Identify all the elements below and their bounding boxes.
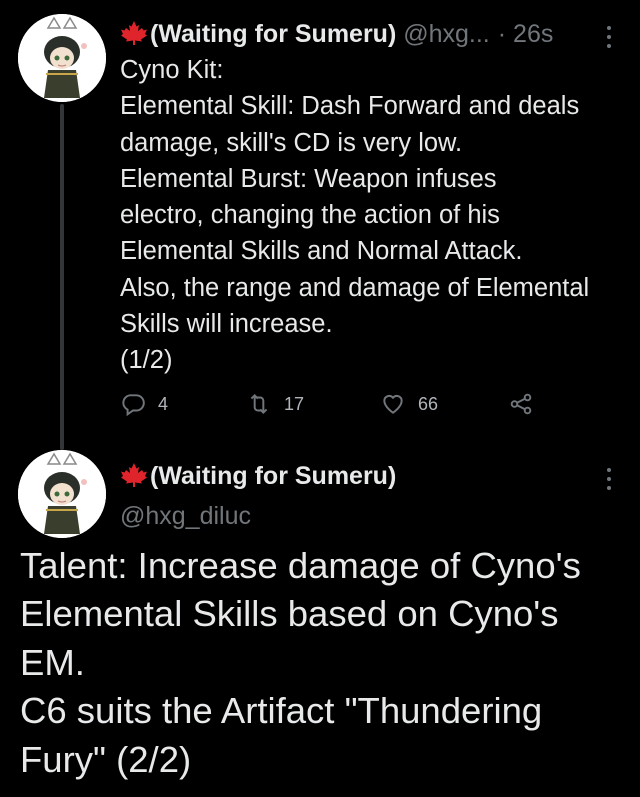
retweet-button[interactable]: 17	[246, 386, 304, 422]
tweet-line: Talent: Increase damage of Cyno's	[20, 545, 581, 586]
tweet-actions: 4 17 66	[120, 386, 570, 422]
maple-leaf-icon	[120, 20, 148, 46]
dot-separator: ·	[497, 20, 507, 48]
tweet-line: damage, skill's CD is very low.	[120, 128, 463, 157]
share-icon	[510, 393, 532, 415]
tweet-header: (Waiting for Sumeru)	[120, 456, 396, 496]
heart-icon	[383, 394, 403, 414]
chibi-avatar-image	[18, 450, 106, 538]
like-button[interactable]: 66	[380, 386, 438, 422]
tweet-text: Cyno Kit: Elemental Skill: Dash Forward …	[120, 52, 630, 379]
author-avatar[interactable]	[18, 450, 106, 538]
display-name[interactable]: (Waiting for Sumeru)	[150, 462, 396, 490]
reply-count: 4	[158, 393, 169, 414]
reply-icon	[122, 394, 145, 417]
tweet-header: (Waiting for Sumeru) @hxg... · 26s	[120, 14, 630, 54]
user-handle[interactable]: @hxg_diluc	[120, 498, 251, 534]
tweet-line: Also, the range and damage of Elemental	[120, 273, 590, 302]
tweet-line: (1/2)	[120, 346, 173, 375]
tweet-text: Talent: Increase damage of Cyno's Elemen…	[20, 542, 630, 784]
tweet-line: electro, changing the action of his	[120, 201, 500, 230]
user-handle[interactable]: @hxg...	[403, 20, 490, 48]
more-options-icon[interactable]	[604, 466, 614, 492]
retweet-icon	[250, 393, 268, 415]
thread-connector-line	[60, 104, 64, 450]
reply-button[interactable]: 4	[120, 386, 168, 422]
tweet-line: Elemental Skills and Normal Attack.	[120, 237, 523, 266]
timestamp[interactable]: 26s	[513, 20, 553, 48]
more-options-icon[interactable]	[604, 24, 614, 50]
author-avatar[interactable]	[18, 14, 106, 102]
tweet-line: Fury" (2/2)	[20, 738, 192, 780]
tweet-line: Elemental Skills based on Cyno's	[20, 593, 559, 635]
maple-leaf-icon	[120, 462, 148, 488]
tweet-line: Skills will increase.	[120, 310, 333, 339]
tweet-line: Elemental Skill: Dash Forward and deals	[120, 92, 580, 121]
tweet-line: EM.	[20, 641, 85, 683]
tweet-line: Elemental Burst: Weapon infuses	[120, 164, 497, 193]
like-count: 66	[418, 393, 439, 414]
retweet-count: 17	[284, 393, 305, 414]
tweet-line: C6 suits the Artifact "Thundering	[20, 690, 543, 732]
tweet-line: Cyno Kit:	[120, 56, 224, 84]
display-name[interactable]: (Waiting for Sumeru)	[150, 20, 396, 48]
share-button[interactable]	[508, 386, 546, 422]
chibi-avatar-image	[18, 14, 106, 102]
